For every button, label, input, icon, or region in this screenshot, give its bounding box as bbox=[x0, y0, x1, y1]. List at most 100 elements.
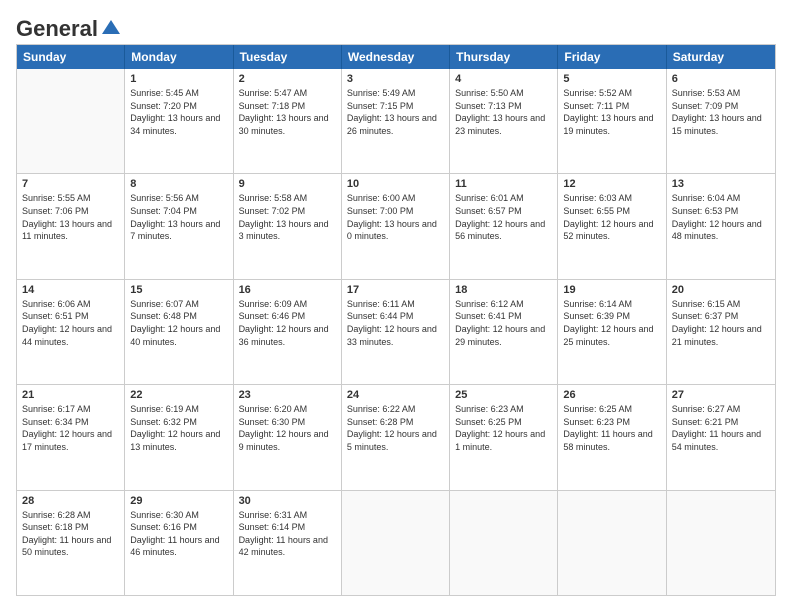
day-number: 9 bbox=[239, 178, 336, 190]
weekday-header-tuesday: Tuesday bbox=[234, 45, 342, 69]
day-info: Sunrise: 6:15 AMSunset: 6:37 PMDaylight:… bbox=[672, 298, 770, 348]
cal-cell: 17 Sunrise: 6:11 AMSunset: 6:44 PMDayligh… bbox=[342, 280, 450, 384]
day-info: Sunrise: 5:56 AMSunset: 7:04 PMDaylight:… bbox=[130, 192, 227, 242]
weekday-header-saturday: Saturday bbox=[667, 45, 775, 69]
calendar-header: SundayMondayTuesdayWednesdayThursdayFrid… bbox=[17, 45, 775, 69]
cal-cell bbox=[450, 491, 558, 595]
day-number: 8 bbox=[130, 178, 227, 190]
logo-general: General bbox=[16, 16, 98, 42]
day-number: 4 bbox=[455, 73, 552, 85]
day-info: Sunrise: 5:49 AMSunset: 7:15 PMDaylight:… bbox=[347, 87, 444, 137]
cal-cell: 10Sunrise: 6:00 AMSunset: 7:00 PMDayligh… bbox=[342, 174, 450, 278]
day-number: 23 bbox=[239, 389, 336, 401]
day-info: Sunrise: 5:47 AMSunset: 7:18 PMDaylight:… bbox=[239, 87, 336, 137]
cal-cell: 14Sunrise: 6:06 AMSunset: 6:51 PMDayligh… bbox=[17, 280, 125, 384]
weekday-header-thursday: Thursday bbox=[450, 45, 558, 69]
day-number: 5 bbox=[563, 73, 660, 85]
cal-cell: 5Sunrise: 5:52 AMSunset: 7:11 PMDaylight… bbox=[558, 69, 666, 173]
day-info: Sunrise: 6:20 AMSunset: 6:30 PMDaylight:… bbox=[239, 403, 336, 453]
page: General SundayMondayTuesdayWednesdayThur… bbox=[0, 0, 792, 612]
day-info: Sunrise: 5:45 AMSunset: 7:20 PMDaylight:… bbox=[130, 87, 227, 137]
weekday-header-sunday: Sunday bbox=[17, 45, 125, 69]
day-number: 30 bbox=[239, 495, 336, 507]
day-info: Sunrise: 6:28 AMSunset: 6:18 PMDaylight:… bbox=[22, 509, 119, 559]
cal-cell: 8 Sunrise: 5:56 AMSunset: 7:04 PMDaylight… bbox=[125, 174, 233, 278]
calendar-body: 1 Sunrise: 5:45 AMSunset: 7:20 PMDaylight… bbox=[17, 69, 775, 595]
day-number: 24 bbox=[347, 389, 444, 401]
cal-row-4: 28 Sunrise: 6:28 AMSunset: 6:18 PMDayligh… bbox=[17, 490, 775, 595]
cal-cell: 6 Sunrise: 5:53 AMSunset: 7:09 PMDaylight… bbox=[667, 69, 775, 173]
cal-cell: 23 Sunrise: 6:20 AMSunset: 6:30 PMDayligh… bbox=[234, 385, 342, 489]
cal-cell: 7 Sunrise: 5:55 AMSunset: 7:06 PMDaylight… bbox=[17, 174, 125, 278]
day-info: Sunrise: 6:11 AMSunset: 6:44 PMDaylight:… bbox=[347, 298, 444, 348]
cal-cell: 15Sunrise: 6:07 AMSunset: 6:48 PMDayligh… bbox=[125, 280, 233, 384]
cal-cell bbox=[17, 69, 125, 173]
day-number: 17 bbox=[347, 284, 444, 296]
day-number: 20 bbox=[672, 284, 770, 296]
day-number: 13 bbox=[672, 178, 770, 190]
cal-row-3: 21 Sunrise: 6:17 AMSunset: 6:34 PMDayligh… bbox=[17, 384, 775, 489]
day-number: 28 bbox=[22, 495, 119, 507]
day-info: Sunrise: 5:55 AMSunset: 7:06 PMDaylight:… bbox=[22, 192, 119, 242]
day-info: Sunrise: 6:01 AMSunset: 6:57 PMDaylight:… bbox=[455, 192, 552, 242]
day-info: Sunrise: 5:58 AMSunset: 7:02 PMDaylight:… bbox=[239, 192, 336, 242]
day-info: Sunrise: 6:07 AMSunset: 6:48 PMDaylight:… bbox=[130, 298, 227, 348]
cal-cell: 9 Sunrise: 5:58 AMSunset: 7:02 PMDaylight… bbox=[234, 174, 342, 278]
cal-cell: 11 Sunrise: 6:01 AMSunset: 6:57 PMDayligh… bbox=[450, 174, 558, 278]
day-info: Sunrise: 6:30 AMSunset: 6:16 PMDaylight:… bbox=[130, 509, 227, 559]
weekday-header-friday: Friday bbox=[558, 45, 666, 69]
day-number: 29 bbox=[130, 495, 227, 507]
cal-cell: 3 Sunrise: 5:49 AMSunset: 7:15 PMDaylight… bbox=[342, 69, 450, 173]
day-info: Sunrise: 5:53 AMSunset: 7:09 PMDaylight:… bbox=[672, 87, 770, 137]
cal-cell: 2Sunrise: 5:47 AMSunset: 7:18 PMDaylight… bbox=[234, 69, 342, 173]
day-info: Sunrise: 6:03 AMSunset: 6:55 PMDaylight:… bbox=[563, 192, 660, 242]
day-info: Sunrise: 6:17 AMSunset: 6:34 PMDaylight:… bbox=[22, 403, 119, 453]
weekday-header-monday: Monday bbox=[125, 45, 233, 69]
cal-cell: 25Sunrise: 6:23 AMSunset: 6:25 PMDayligh… bbox=[450, 385, 558, 489]
day-number: 21 bbox=[22, 389, 119, 401]
cal-row-0: 1 Sunrise: 5:45 AMSunset: 7:20 PMDaylight… bbox=[17, 69, 775, 173]
day-number: 7 bbox=[22, 178, 119, 190]
cal-cell bbox=[667, 491, 775, 595]
day-number: 22 bbox=[130, 389, 227, 401]
logo: General bbox=[16, 16, 122, 34]
day-number: 16 bbox=[239, 284, 336, 296]
cal-cell: 29 Sunrise: 6:30 AMSunset: 6:16 PMDayligh… bbox=[125, 491, 233, 595]
day-number: 26 bbox=[563, 389, 660, 401]
day-number: 25 bbox=[455, 389, 552, 401]
day-info: Sunrise: 5:50 AMSunset: 7:13 PMDaylight:… bbox=[455, 87, 552, 137]
cal-cell: 27 Sunrise: 6:27 AMSunset: 6:21 PMDayligh… bbox=[667, 385, 775, 489]
day-info: Sunrise: 6:31 AMSunset: 6:14 PMDaylight:… bbox=[239, 509, 336, 559]
day-number: 11 bbox=[455, 178, 552, 190]
cal-cell: 26Sunrise: 6:25 AMSunset: 6:23 PMDayligh… bbox=[558, 385, 666, 489]
cal-cell: 21 Sunrise: 6:17 AMSunset: 6:34 PMDayligh… bbox=[17, 385, 125, 489]
cal-cell: 12 Sunrise: 6:03 AMSunset: 6:55 PMDayligh… bbox=[558, 174, 666, 278]
cal-cell: 24 Sunrise: 6:22 AMSunset: 6:28 PMDayligh… bbox=[342, 385, 450, 489]
logo-icon bbox=[100, 18, 122, 36]
header: General bbox=[16, 16, 776, 34]
day-number: 12 bbox=[563, 178, 660, 190]
cal-cell: 20 Sunrise: 6:15 AMSunset: 6:37 PMDayligh… bbox=[667, 280, 775, 384]
day-info: Sunrise: 6:09 AMSunset: 6:46 PMDaylight:… bbox=[239, 298, 336, 348]
day-info: Sunrise: 6:19 AMSunset: 6:32 PMDaylight:… bbox=[130, 403, 227, 453]
cal-cell: 4 Sunrise: 5:50 AMSunset: 7:13 PMDaylight… bbox=[450, 69, 558, 173]
day-info: Sunrise: 6:27 AMSunset: 6:21 PMDaylight:… bbox=[672, 403, 770, 453]
day-number: 18 bbox=[455, 284, 552, 296]
cal-cell: 16 Sunrise: 6:09 AMSunset: 6:46 PMDayligh… bbox=[234, 280, 342, 384]
weekday-header-wednesday: Wednesday bbox=[342, 45, 450, 69]
day-info: Sunrise: 6:12 AMSunset: 6:41 PMDaylight:… bbox=[455, 298, 552, 348]
day-number: 10 bbox=[347, 178, 444, 190]
cal-cell bbox=[342, 491, 450, 595]
day-number: 19 bbox=[563, 284, 660, 296]
day-info: Sunrise: 6:04 AMSunset: 6:53 PMDaylight:… bbox=[672, 192, 770, 242]
day-number: 1 bbox=[130, 73, 227, 85]
day-info: Sunrise: 6:14 AMSunset: 6:39 PMDaylight:… bbox=[563, 298, 660, 348]
day-info: Sunrise: 6:22 AMSunset: 6:28 PMDaylight:… bbox=[347, 403, 444, 453]
day-number: 14 bbox=[22, 284, 119, 296]
day-number: 27 bbox=[672, 389, 770, 401]
day-number: 3 bbox=[347, 73, 444, 85]
cal-cell: 19 Sunrise: 6:14 AMSunset: 6:39 PMDayligh… bbox=[558, 280, 666, 384]
cal-cell: 1 Sunrise: 5:45 AMSunset: 7:20 PMDaylight… bbox=[125, 69, 233, 173]
cal-cell: 13 Sunrise: 6:04 AMSunset: 6:53 PMDayligh… bbox=[667, 174, 775, 278]
day-number: 6 bbox=[672, 73, 770, 85]
